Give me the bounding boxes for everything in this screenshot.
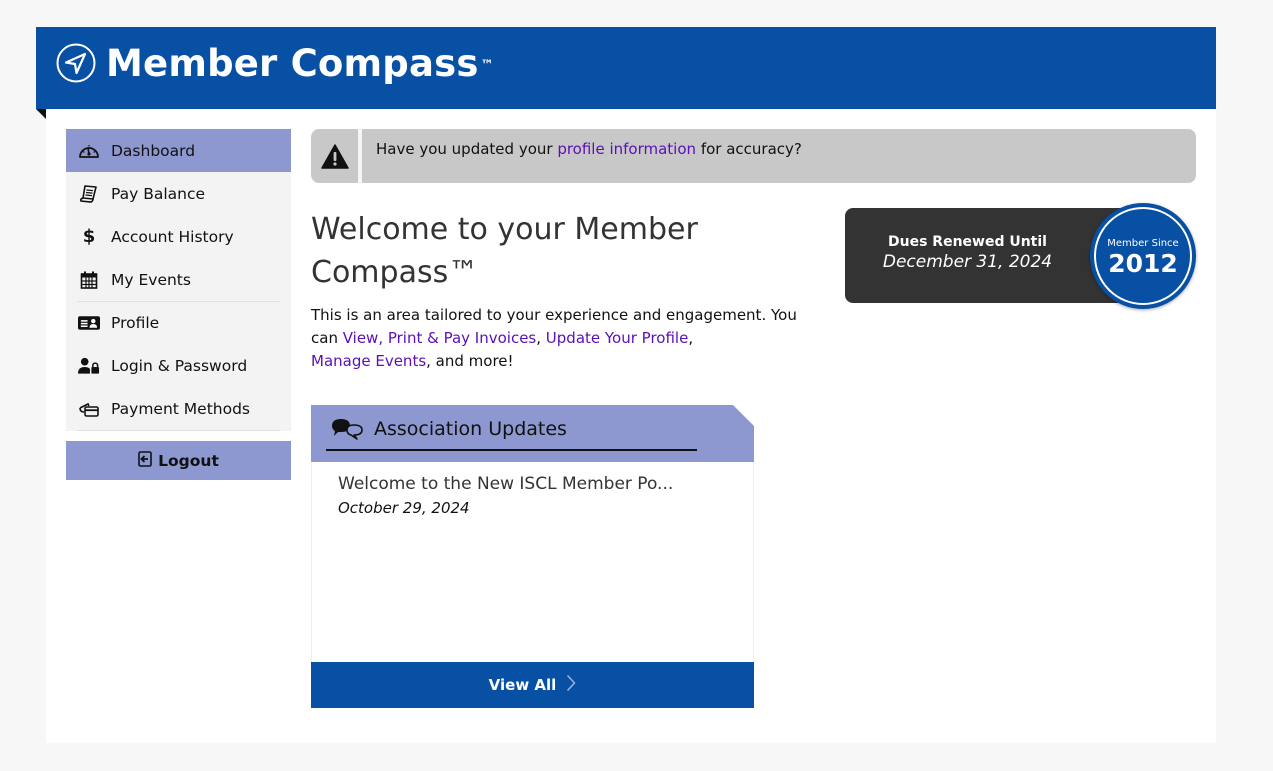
updates-list: Welcome to the New ISCL Member Po... Oct… (311, 462, 754, 662)
member-since-year: 2012 (1108, 249, 1178, 278)
member-since-badge: Member Since 2012 (1090, 203, 1196, 309)
sidebar-item-label: Dashboard (111, 141, 196, 160)
speedometer-icon (78, 140, 100, 162)
sidebar-item-profile[interactable]: Profile (66, 301, 291, 344)
sidebar-divider (77, 430, 280, 431)
sidebar-nav: Dashboard Pay Balance $ Account History (66, 129, 291, 431)
app-header: Member Compass ™ (36, 27, 1216, 109)
id-card-icon (78, 312, 100, 334)
app-title[interactable]: Member Compass ™ (106, 41, 494, 87)
manage-events-link[interactable]: Manage Events (311, 352, 426, 370)
sidebar-item-label: Pay Balance (111, 184, 206, 203)
sidebar-item-label: Payment Methods (111, 399, 250, 418)
sidebar-item-label: Login & Password (111, 356, 248, 375)
dollar-icon: $ (82, 226, 96, 247)
compass-navigation-icon[interactable] (56, 43, 96, 83)
view-all-label: View All (488, 676, 557, 694)
dues-date: December 31, 2024 (882, 252, 1053, 272)
sidebar-item-dashboard[interactable]: Dashboard (66, 129, 291, 172)
view-all-button[interactable]: View All (311, 662, 754, 708)
welcome-separator: , (536, 329, 546, 347)
welcome-separator: , (688, 329, 694, 347)
association-updates-panel: Association Updates Welcome to the New I… (311, 405, 754, 708)
sidebar-item-account-history[interactable]: $ Account History (66, 215, 291, 258)
receipt-icon (78, 183, 100, 205)
welcome-description: This is an area tailored to your experie… (311, 304, 811, 373)
invoices-link[interactable]: View, Print & Pay Invoices (343, 329, 537, 347)
calendar-icon (78, 269, 100, 291)
logout-icon (138, 450, 152, 471)
credit-cards-icon (78, 398, 100, 420)
logout-label: Logout (158, 451, 219, 470)
sidebar-item-payment-methods[interactable]: Payment Methods (66, 387, 291, 430)
member-since-label: Member Since (1107, 238, 1179, 249)
alert-message: Have you updated your profile informatio… (376, 140, 802, 158)
speech-bubbles-icon (330, 417, 366, 447)
update-title[interactable]: Welcome to the New ISCL Member Po... (338, 474, 673, 494)
sidebar-item-label: Profile (111, 313, 160, 332)
updates-header: Association Updates (311, 405, 754, 462)
sidebar-item-my-events[interactable]: My Events (66, 258, 291, 301)
sidebar-item-login-password[interactable]: Login & Password (66, 344, 291, 387)
update-profile-link[interactable]: Update Your Profile (546, 329, 689, 347)
alert-divider (358, 129, 362, 183)
user-lock-icon (78, 355, 100, 377)
alert-text-after: for accuracy? (696, 140, 802, 158)
profile-update-alert: Have you updated your profile informatio… (311, 129, 1196, 183)
welcome-heading: Welcome to your Member Compass™ (311, 212, 698, 290)
sidebar-item-label: Account History (111, 227, 234, 246)
warning-triangle-icon (311, 129, 358, 183)
trademark-mark: ™ (480, 58, 494, 73)
profile-information-link[interactable]: profile information (557, 140, 696, 158)
dues-label: Dues Renewed Until (888, 234, 1047, 250)
updates-title-underline (326, 449, 697, 451)
app-title-text: Member Compass (106, 42, 479, 85)
chevron-right-icon (566, 674, 576, 696)
logout-button[interactable]: Logout (66, 441, 291, 480)
sidebar-item-pay-balance[interactable]: Pay Balance (66, 172, 291, 215)
header-fold-decoration (36, 109, 46, 119)
sidebar-item-label: My Events (111, 270, 191, 289)
update-date: October 29, 2024 (338, 499, 470, 517)
alert-text-before: Have you updated your (376, 140, 558, 158)
updates-title: Association Updates (374, 418, 567, 440)
welcome-outro-text: , and more! (426, 352, 514, 370)
